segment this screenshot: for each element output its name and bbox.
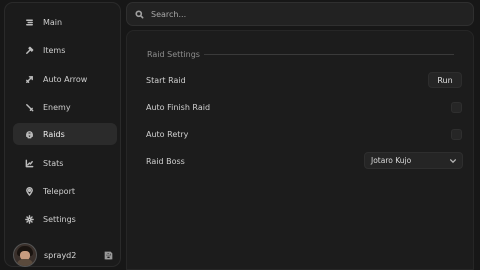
auto-finish-raid-checkbox[interactable]: [451, 102, 462, 113]
search-input[interactable]: [149, 8, 453, 20]
raid-boss-label: Raid Boss: [146, 157, 185, 166]
sidebar-item-enemy[interactable]: Enemy: [13, 96, 117, 118]
sidebar-item-settings[interactable]: Settings: [13, 208, 117, 230]
sidebar-item-label: Main: [43, 17, 63, 27]
sidebar-item-auto-arrow[interactable]: Auto Arrow: [13, 68, 117, 90]
start-raid-label: Start Raid: [146, 76, 186, 85]
chevron-down-icon: [449, 159, 457, 164]
gear-icon: [19, 214, 39, 224]
hammer-icon: [19, 46, 39, 55]
avatar[interactable]: [13, 243, 37, 267]
skull-icon: [19, 130, 39, 139]
raid-boss-dropdown[interactable]: Jotaro Kujo: [364, 152, 463, 169]
sword-icon: [19, 103, 39, 112]
auto-finish-raid-label: Auto Finish Raid: [146, 103, 211, 112]
sidebar-item-main[interactable]: Main: [13, 11, 117, 33]
sidebar-item-items[interactable]: Items: [13, 39, 117, 61]
sidebar-item-label: Stats: [43, 158, 64, 168]
raid-boss-value: Jotaro Kujo: [371, 156, 412, 165]
auto-retry-label: Auto Retry: [146, 130, 189, 139]
sidebar-item-raids[interactable]: Raids: [13, 123, 117, 145]
chart-icon: [19, 159, 39, 168]
auto-retry-checkbox[interactable]: [451, 129, 462, 140]
section-title: Raid Settings: [147, 50, 200, 59]
sidebar-item-label: Settings: [43, 214, 76, 224]
pin-icon: [19, 186, 39, 196]
user-profile: sprayd2: [9, 243, 119, 267]
section-divider: [204, 54, 454, 55]
sidebar-item-label: Teleport: [43, 186, 75, 196]
sidebar-item-label: Raids: [43, 129, 65, 139]
sidebar-item-teleport[interactable]: Teleport: [13, 180, 117, 202]
arrow-icon: [19, 75, 39, 84]
sidebar-item-stats[interactable]: Stats: [13, 152, 117, 174]
search-bar[interactable]: [126, 2, 474, 26]
search-icon: [135, 9, 144, 18]
sidebar: Main Items Auto Arrow Enemy Raids Stats: [4, 2, 121, 267]
sidebar-item-label: Enemy: [43, 102, 71, 112]
sidebar-item-label: Items: [43, 45, 66, 55]
run-button[interactable]: Run: [428, 72, 462, 88]
sidebar-item-label: Auto Arrow: [43, 74, 88, 84]
profile-name: sprayd2: [44, 250, 77, 260]
main-panel: [126, 30, 474, 270]
save-icon[interactable]: [103, 250, 113, 260]
list-icon: [19, 18, 39, 27]
